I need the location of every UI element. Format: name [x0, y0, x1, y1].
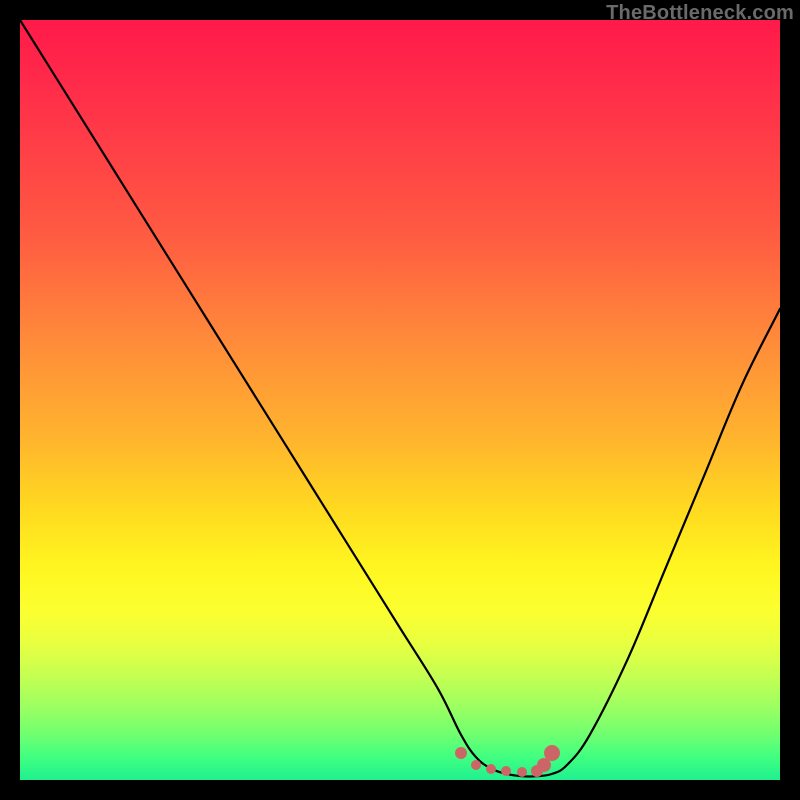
marker-dot — [471, 760, 481, 770]
plot-area — [20, 20, 780, 780]
marker-dot — [544, 745, 560, 761]
marker-dot — [486, 764, 496, 774]
chart-frame: TheBottleneck.com — [0, 0, 800, 800]
highlight-band — [20, 20, 780, 780]
marker-dot — [501, 766, 511, 776]
attribution-text: TheBottleneck.com — [606, 2, 794, 25]
marker-dot — [455, 747, 467, 759]
marker-dot — [517, 767, 527, 777]
